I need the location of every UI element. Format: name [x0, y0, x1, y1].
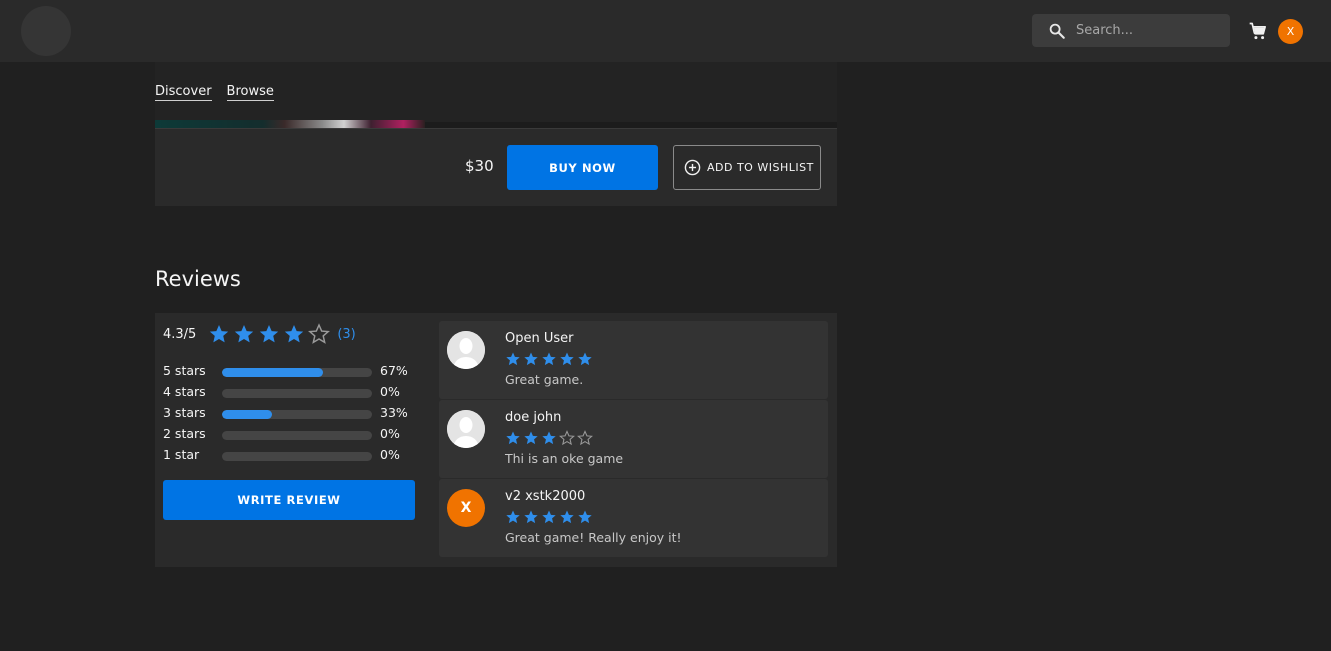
review-text: Great game! Really enjoy it! [505, 530, 682, 545]
star-filled-icon [285, 325, 304, 343]
star-filled-icon [542, 431, 556, 445]
search-icon [1049, 23, 1065, 39]
nav-browse-link[interactable]: Browse [226, 84, 274, 101]
distribution-percent: 67% [380, 363, 408, 378]
cart-icon[interactable] [1248, 21, 1268, 41]
star-empty-icon [308, 323, 331, 344]
distribution-percent: 33% [380, 405, 408, 420]
star-filled-icon [524, 352, 538, 366]
average-rating: 4.3/5 [163, 326, 197, 342]
store-nav: Discover Browse [155, 84, 289, 101]
add-to-wishlist-button[interactable]: ADD TO WISHLIST [673, 145, 821, 190]
star-empty-icon [559, 430, 575, 446]
distribution-percent: 0% [380, 426, 400, 441]
review-count: (3) [337, 326, 356, 342]
review-text: Thi is an oke game [505, 451, 624, 466]
distribution-label: 3 stars [163, 405, 206, 420]
star-filled-icon [506, 431, 520, 445]
reviewer-name: v2 xstk2000 [505, 489, 586, 504]
search-input[interactable] [1076, 14, 1221, 47]
star-filled-icon [506, 352, 520, 366]
star-filled-icon [578, 352, 592, 366]
distribution-row: 3 stars 33% [163, 405, 423, 426]
wishlist-label: ADD TO WISHLIST [707, 161, 814, 174]
reviewer-name: doe john [505, 410, 562, 425]
star-filled-icon [260, 325, 279, 343]
distribution-row: 4 stars 0% [163, 384, 423, 405]
distribution-bar [222, 368, 372, 377]
distribution-percent: 0% [380, 447, 400, 462]
reviewer-avatar [447, 410, 485, 448]
reviews-heading: Reviews [155, 267, 241, 291]
write-review-button[interactable]: WRITE REVIEW [163, 480, 415, 520]
default-avatar-icon [447, 331, 485, 369]
star-filled-icon [542, 352, 556, 366]
review-stars [505, 430, 595, 446]
star-filled-icon [524, 431, 538, 445]
star-empty-icon [577, 430, 593, 446]
review-card: Xv2 xstk2000 Great game! Really enjoy it! [439, 479, 828, 557]
star-filled-icon [560, 352, 574, 366]
distribution-label: 2 stars [163, 426, 206, 441]
search-box[interactable] [1032, 14, 1230, 47]
distribution-bar-fill [222, 410, 272, 419]
reviewer-avatar [447, 331, 485, 369]
distribution-bar [222, 452, 372, 461]
star-filled-icon [524, 510, 538, 524]
distribution-row: 2 stars 0% [163, 426, 423, 447]
distribution-label: 5 stars [163, 363, 206, 378]
review-card: doe john Thi is an oke game [439, 400, 828, 478]
star-filled-icon [578, 510, 592, 524]
user-avatar[interactable]: X [1278, 19, 1303, 44]
reviewer-avatar: X [447, 489, 485, 527]
logo-icon[interactable] [21, 6, 71, 56]
distribution-row: 5 stars 67% [163, 363, 423, 384]
reviewer-name: Open User [505, 331, 574, 346]
price-label: $30 [465, 157, 494, 175]
distribution-label: 1 star [163, 447, 200, 462]
star-filled-icon [210, 325, 229, 343]
star-filled-icon [560, 510, 574, 524]
distribution-bar [222, 431, 372, 440]
purchase-panel: $30 BUY NOW ADD TO WISHLIST [155, 128, 837, 206]
star-filled-icon [506, 510, 520, 524]
review-stars [505, 509, 595, 525]
distribution-label: 4 stars [163, 384, 206, 399]
star-filled-icon [542, 510, 556, 524]
distribution-percent: 0% [380, 384, 400, 399]
star-filled-icon [235, 325, 254, 343]
default-avatar-icon [447, 410, 485, 448]
distribution-row: 1 star 0% [163, 447, 423, 468]
distribution-bar [222, 389, 372, 398]
buy-now-button[interactable]: BUY NOW [507, 145, 658, 190]
top-bar: X [0, 0, 1331, 62]
distribution-bar-fill [222, 368, 323, 377]
review-text: Great game. [505, 372, 584, 387]
review-stars [505, 351, 595, 367]
rating-summary: 4.3/5 (3) [163, 323, 356, 345]
average-stars [208, 323, 333, 345]
review-card: Open User Great game. [439, 321, 828, 399]
distribution-bar [222, 410, 372, 419]
hero-artwork [155, 120, 425, 128]
rating-distribution: 5 stars 67% 4 stars 0% 3 stars 33% 2 stars 0% 1 … [163, 363, 423, 468]
nav-discover-link[interactable]: Discover [155, 84, 212, 101]
plus-circle-icon [684, 159, 701, 176]
reviews-panel: 4.3/5 (3) 5 stars 67% 4 stars 0% 3 stars 33% 2… [155, 313, 837, 567]
